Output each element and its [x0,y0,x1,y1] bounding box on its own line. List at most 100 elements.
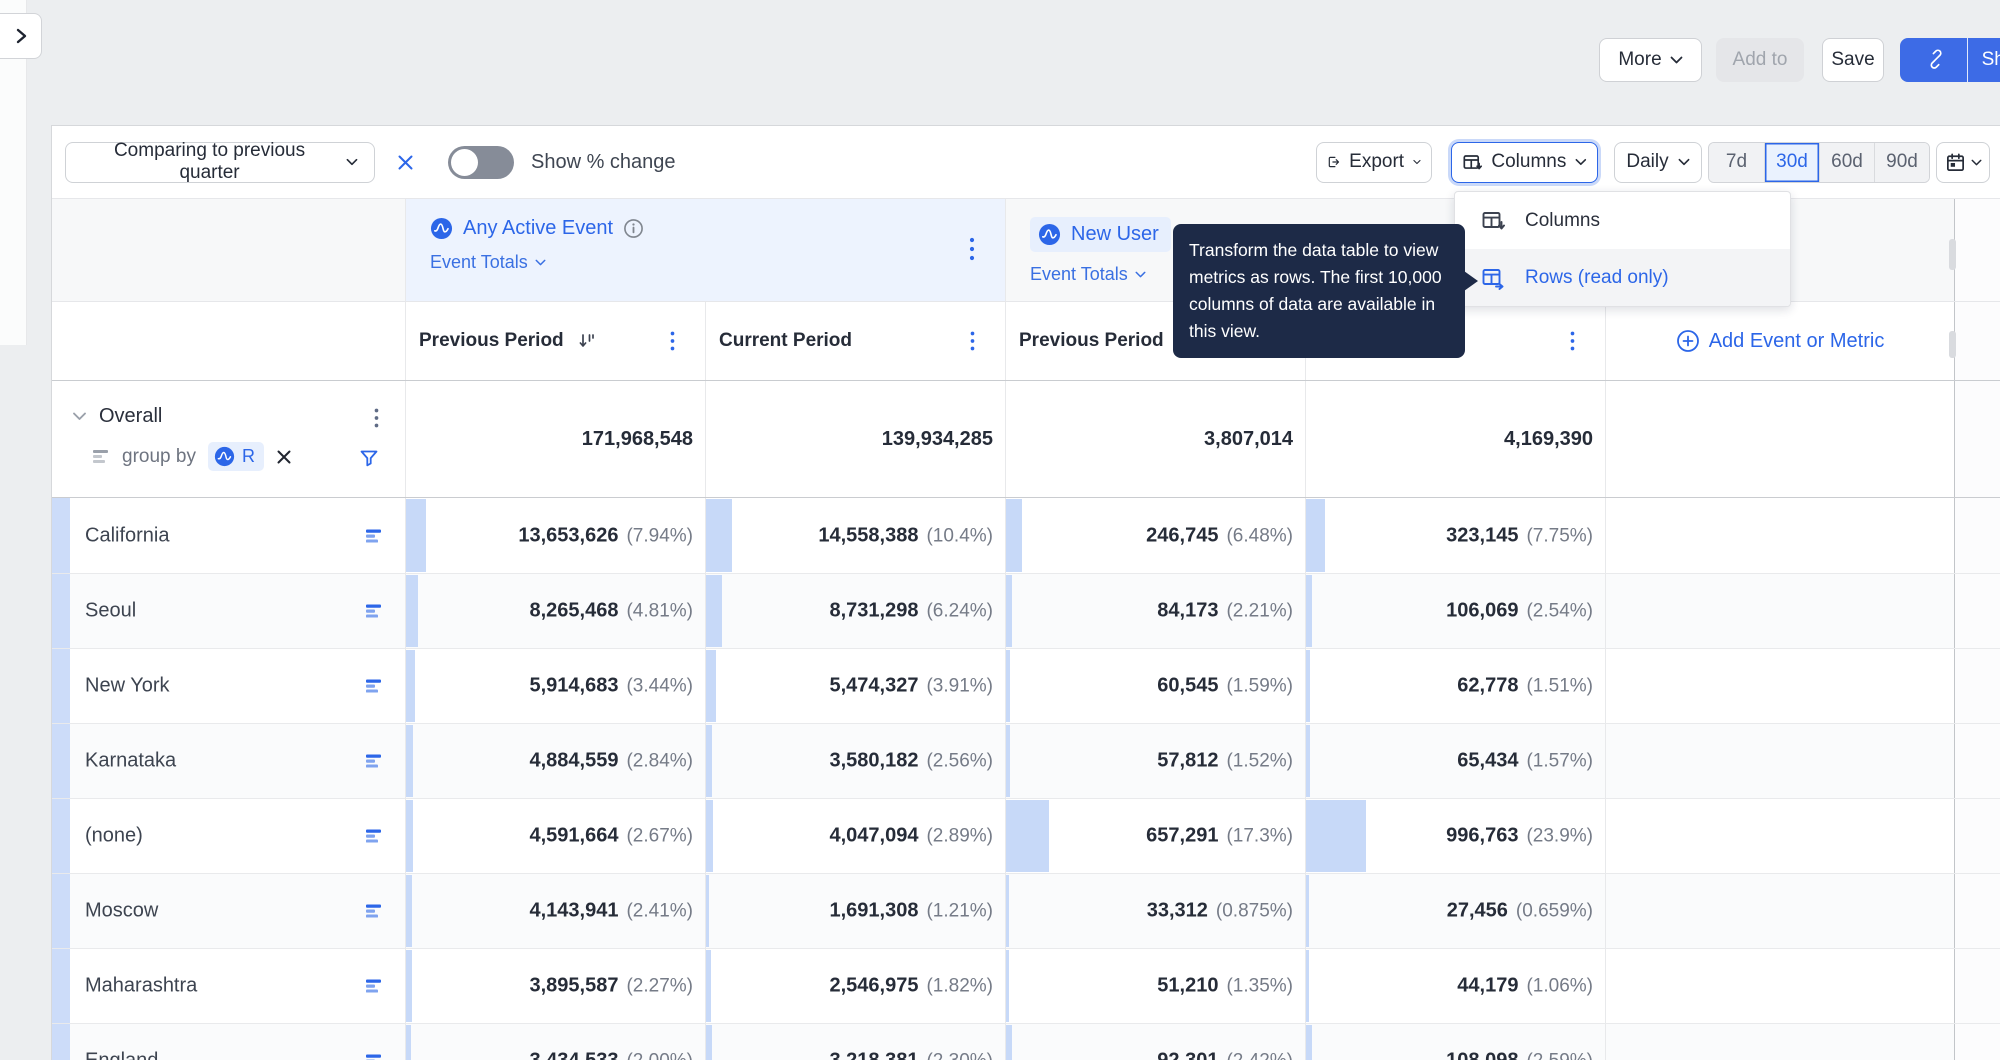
table-right-gutter [1954,724,2000,798]
show-pct-change-toggle[interactable] [448,145,514,179]
group-by-icon[interactable] [366,979,383,993]
table-right-gutter [1954,874,2000,948]
more-button[interactable]: More [1599,38,1702,82]
granularity-select[interactable]: Daily [1614,141,1702,183]
export-label: Export [1349,151,1405,172]
menu-item-columns[interactable]: Columns [1455,192,1790,249]
export-button[interactable]: Export [1316,141,1432,183]
group-by-icon[interactable] [366,529,383,542]
remove-group-by-icon[interactable] [276,449,292,465]
row-label-cell[interactable]: Seoul [52,574,405,648]
measure-label: Event Totals [430,252,528,272]
sort-icon[interactable] [578,332,596,350]
cell-value: 4,884,559 [529,749,619,772]
remove-comparison-button[interactable] [396,153,415,172]
row-label-cell[interactable]: New York [52,649,405,723]
cell-value: 8,265,468 [529,599,619,622]
row-label-cell[interactable]: Karnataka [52,724,405,798]
group-by-icon[interactable] [366,1054,383,1060]
menu-item-label: Rows (read only) [1525,266,1669,288]
metric-kebab-menu[interactable] [969,237,975,261]
metric-name[interactable]: Any Active Event [463,217,613,240]
metric-name-chip[interactable]: New User [1030,217,1171,252]
scrollbar-handle[interactable] [1949,331,1956,358]
share-label[interactable]: Sha [1968,49,2000,71]
add-event-or-metric-button[interactable]: Add Event or Metric [1605,302,1954,380]
chevron-down-icon [1678,158,1690,166]
info-icon[interactable] [623,218,644,239]
column-kebab-menu[interactable] [1570,330,1575,352]
range-90d[interactable]: 90d [1874,142,1929,182]
cell-value: 60,545 [1157,674,1219,697]
cell-percent: (2.59%) [1526,1051,1593,1060]
chevron-down-icon [1670,56,1683,64]
table-right-gutter [1954,949,2000,1023]
value-cell: 4,047,094 (2.89%) [705,799,1005,873]
add-to-button[interactable]: Add to [1716,38,1804,82]
value-bar [1006,800,1050,872]
table-right-gutter [1954,302,2000,380]
table-row: (none) 4,591,664 (2.67%) 4,047,094 (2.89%)… [52,798,2000,873]
table-columns-icon [1463,154,1483,169]
comparison-select[interactable]: Comparing to previous quarter [65,140,375,183]
expand-panel-button[interactable] [0,13,42,59]
column-header-label: Current Period [719,330,853,351]
row-label-cell[interactable]: (none) [52,799,405,873]
range-30d[interactable]: 30d [1764,142,1819,182]
save-button[interactable]: Save [1822,38,1884,82]
value-cell: 44,179 (1.06%) [1305,949,1605,1023]
cell-value: 323,145 [1446,524,1519,546]
columns-menu-button[interactable]: Columns [1451,141,1598,183]
column-header-current-period-1[interactable]: Current Period [705,302,1005,380]
column-header-previous-period-1[interactable]: Previous Period [405,302,705,380]
kebab-icon [374,408,379,428]
scrollbar-handle[interactable] [1949,239,1956,270]
range-60d[interactable]: 60d [1819,142,1874,182]
cell-value: 13,653,626 [518,524,619,546]
cell-value: 5,914,683 [529,674,619,697]
share-split-button[interactable]: Sha [1900,38,2000,82]
row-label-cell[interactable]: Maharashtra [52,949,405,1023]
close-icon [398,155,413,169]
row-label: New York [85,674,170,697]
column-kebab-menu[interactable] [970,330,975,352]
group-by-icon[interactable] [366,904,383,918]
cell-value: 33,312 [1146,899,1208,922]
measure-select[interactable]: Event Totals [1030,264,1146,285]
table-right-gutter [1954,199,2000,301]
cell-percent: (2.56%) [926,750,993,772]
group-by-property-chip[interactable]: R [207,442,264,471]
value-bar [1306,725,1310,797]
row-label-cell[interactable]: England [52,1024,405,1060]
metric-band-corner [52,199,405,301]
group-by-icon[interactable] [366,679,383,693]
chevron-down-icon [1413,159,1421,165]
cell-percent: (2.21%) [1226,600,1293,622]
value-bar [406,499,426,572]
empty-cell [1605,649,1954,723]
overall-kebab-menu[interactable] [374,407,379,429]
group-by-icon [93,450,108,463]
measure-select[interactable]: Event Totals [430,252,546,273]
row-label-cell[interactable]: Moscow [52,874,405,948]
cell-percent: (1.82%) [926,975,993,997]
copy-link-button[interactable] [1905,38,1967,82]
group-by-icon[interactable] [366,754,383,768]
filter-funnel-icon[interactable] [359,449,379,468]
overall-value-cell: 171,968,548 [405,381,705,497]
cell-percent: (1.21%) [926,900,993,922]
menu-item-rows-read-only[interactable]: Rows (read only) [1455,249,1790,306]
value-cell: 62,778 (1.51%) [1305,649,1605,723]
column-kebab-menu[interactable] [670,330,675,352]
metric-header-any-active-event[interactable]: Any Active Event Event Totals [405,199,1005,301]
range-7d[interactable]: 7d [1709,142,1764,182]
value-bar [406,875,413,947]
chevron-down-icon[interactable] [72,412,87,421]
group-by-icon[interactable] [366,604,383,618]
group-by-icon[interactable] [366,829,383,843]
row-label-cell[interactable]: California [52,498,405,573]
row-label: Karnataka [85,749,177,772]
date-picker-button[interactable] [1936,141,1990,183]
overall-value-cell: 4,169,390 [1305,381,1605,497]
row-label: Seoul [85,599,137,622]
